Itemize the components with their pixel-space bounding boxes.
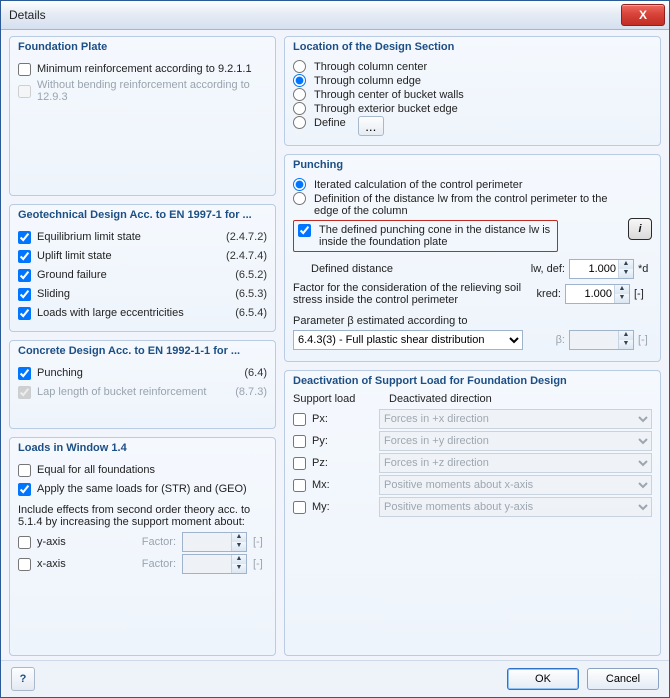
dialog-footer: ? OK Cancel xyxy=(1,660,669,697)
my-dir-select: Positive moments about y-axis xyxy=(379,497,652,517)
px-check[interactable] xyxy=(293,413,306,426)
group-title: Punching xyxy=(293,159,343,171)
support-row-py: Py:Forces in +y direction xyxy=(293,431,652,451)
ds-bucket-center-radio[interactable] xyxy=(293,88,306,101)
beta-parameter-select[interactable]: 6.4.3(3) - Full plastic shear distributi… xyxy=(293,330,523,350)
geotechnical-group: Geotechnical Design Acc. to EN 1997-1 fo… xyxy=(9,204,276,332)
pz-check[interactable] xyxy=(293,457,306,470)
geo-uplift-check[interactable]: Uplift limit state xyxy=(18,250,112,263)
support-row-mx: Mx:Positive moments about x-axis xyxy=(293,475,652,495)
info-icon: i xyxy=(638,223,641,235)
xaxis-factor-input: ▲▼ xyxy=(182,554,247,574)
ds-bucket-edge-radio[interactable] xyxy=(293,102,306,115)
concrete-lap-check: Lap length of bucket reinforcement xyxy=(18,386,206,399)
beta-label: Parameter β estimated according to xyxy=(293,315,652,327)
ds-column-edge-radio[interactable] xyxy=(293,74,306,87)
punching-iterated-radio[interactable] xyxy=(293,178,306,191)
ok-button[interactable]: OK xyxy=(507,668,579,690)
geo-ground-failure-check[interactable]: Ground failure xyxy=(18,269,107,282)
xaxis-check[interactable]: x-axis xyxy=(18,558,128,571)
punching-group: Punching Iterated calculation of the con… xyxy=(284,154,661,362)
my-check[interactable] xyxy=(293,501,306,514)
same-str-geo-check[interactable]: Apply the same loads for (STR) and (GEO) xyxy=(18,483,247,496)
py-dir-select: Forces in +y direction xyxy=(379,431,652,451)
support-row-px: Px:Forces in +x direction xyxy=(293,409,652,429)
mx-check[interactable] xyxy=(293,479,306,492)
help-button[interactable]: ? xyxy=(11,667,35,691)
mx-dir-select: Positive moments about x-axis xyxy=(379,475,652,495)
group-title: Deactivation of Support Load for Foundat… xyxy=(293,375,567,387)
equal-foundations-check[interactable]: Equal for all foundations xyxy=(18,464,155,477)
cancel-button[interactable]: Cancel xyxy=(587,668,659,690)
loads-window-group: Loads in Window 1.4 Equal for all founda… xyxy=(9,437,276,656)
second-order-note: Include effects from second order theory… xyxy=(18,504,267,528)
punching-definition-radio[interactable] xyxy=(293,192,306,205)
details-dialog: Details X Foundation Plate Minimum reinf… xyxy=(0,0,670,698)
punching-cone-highlight: The defined punching cone in the distanc… xyxy=(293,220,558,252)
lw-def-input[interactable]: ▲▼ xyxy=(569,259,634,279)
no-bending-check: Without bending reinforcement according … xyxy=(18,79,267,103)
py-check[interactable] xyxy=(293,435,306,448)
cone-inside-check[interactable] xyxy=(298,224,311,237)
info-button[interactable]: i xyxy=(628,218,652,240)
close-icon: X xyxy=(639,8,647,22)
concrete-group: Concrete Design Acc. to EN 1992-1-1 for … xyxy=(9,340,276,429)
ds-column-center-radio[interactable] xyxy=(293,60,306,73)
help-icon: ? xyxy=(20,673,27,685)
ds-define-radio[interactable] xyxy=(293,116,306,129)
min-reinforcement-check[interactable]: Minimum reinforcement according to 9.2.1… xyxy=(18,63,252,76)
geo-eccentric-check[interactable]: Loads with large eccentricities xyxy=(18,307,184,320)
group-title: Geotechnical Design Acc. to EN 1997-1 fo… xyxy=(18,209,252,221)
beta-input: ▲▼ xyxy=(569,330,634,350)
kred-input[interactable]: ▲▼ xyxy=(565,284,630,304)
titlebar: Details X xyxy=(1,1,669,30)
yaxis-factor-input: ▲▼ xyxy=(182,532,247,552)
px-dir-select: Forces in +x direction xyxy=(379,409,652,429)
window-title: Details xyxy=(9,8,46,22)
geo-equilibrium-check[interactable]: Equilibrium limit state xyxy=(18,231,141,244)
foundation-plate-group: Foundation Plate Minimum reinforcement a… xyxy=(9,36,276,196)
support-row-pz: Pz:Forces in +z direction xyxy=(293,453,652,473)
deactivation-group: Deactivation of Support Load for Foundat… xyxy=(284,370,661,656)
pz-dir-select: Forces in +z direction xyxy=(379,453,652,473)
close-button[interactable]: X xyxy=(621,4,665,26)
group-title: Concrete Design Acc. to EN 1992-1-1 for … xyxy=(18,345,240,357)
group-title: Location of the Design Section xyxy=(293,41,454,53)
define-section-button[interactable]: ... xyxy=(358,116,384,136)
geo-sliding-check[interactable]: Sliding xyxy=(18,288,70,301)
yaxis-check[interactable]: y-axis xyxy=(18,536,128,549)
design-section-group: Location of the Design Section Through c… xyxy=(284,36,661,146)
group-title: Loads in Window 1.4 xyxy=(18,442,127,454)
support-row-my: My:Positive moments about y-axis xyxy=(293,497,652,517)
group-title: Foundation Plate xyxy=(18,41,107,53)
concrete-punching-check[interactable]: Punching xyxy=(18,367,83,380)
